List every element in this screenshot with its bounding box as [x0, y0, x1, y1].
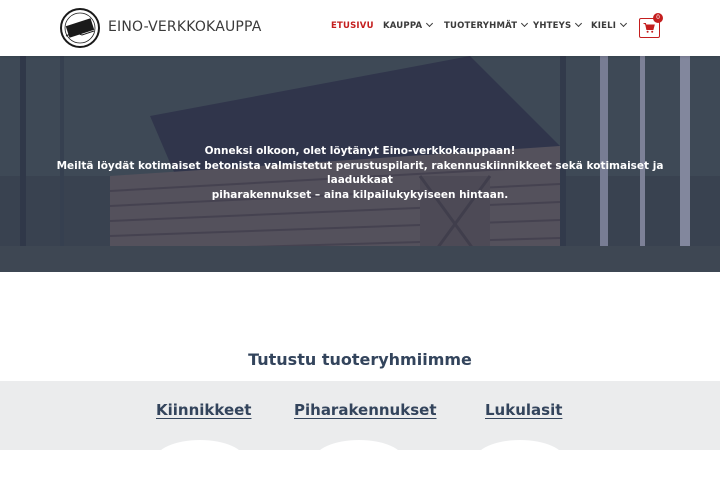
category-image-lukulasit[interactable]: [475, 440, 565, 480]
category-image-kiinnikkeet[interactable]: [155, 440, 245, 480]
site-header: EINO-VERKKOKAUPPA ETUSIVU KAUPPA TUOTERY…: [0, 0, 720, 56]
nav-item-etusivu[interactable]: ETUSIVU: [331, 21, 374, 31]
hero-heading: Onneksi olkoon, olet löytänyt Eino-verkk…: [204, 145, 516, 157]
cart-count-badge: 0: [653, 13, 663, 23]
hero-text: Onneksi olkoon, olet löytänyt Eino-verkk…: [40, 144, 680, 202]
chevron-down-icon: [521, 19, 529, 28]
chevron-down-icon: [620, 19, 628, 28]
nav-label: YHTEYS: [533, 21, 572, 31]
chevron-down-icon: [426, 19, 434, 28]
eino-logo[interactable]: [60, 8, 100, 48]
chevron-down-icon: [575, 19, 583, 28]
cart-button[interactable]: 0: [639, 13, 663, 38]
category-link-lukulasit[interactable]: Lukulasit: [485, 401, 562, 419]
shopping-cart-icon: [643, 23, 655, 33]
nav-label: KAUPPA: [383, 21, 423, 31]
category-image-piharakennukset[interactable]: [314, 440, 404, 480]
hero-description: Meiltä löydät kotimaiset betonista valmi…: [56, 159, 664, 187]
hero-banner: Onneksi olkoon, olet löytänyt Eino-verkk…: [0, 56, 720, 272]
nav-label: TUOTERYHMÄT: [444, 21, 518, 31]
nav-item-kieli[interactable]: KIELI: [591, 19, 628, 31]
category-link-kiinnikkeet[interactable]: Kiinnikkeet: [156, 401, 251, 419]
nav-item-kauppa[interactable]: KAUPPA: [383, 19, 434, 31]
nav-item-yhteys[interactable]: YHTEYS: [533, 19, 583, 31]
nav-label: KIELI: [591, 21, 617, 31]
hero-description-cont: piharakennukset – aina kilpailukykyiseen…: [211, 188, 509, 201]
nav-label: ETUSIVU: [331, 21, 374, 31]
site-title[interactable]: EINO-VERKKOKAUPPA: [108, 19, 262, 35]
category-link-piharakennukset[interactable]: Piharakennukset: [294, 401, 437, 419]
section-title: Tutustu tuoteryhmiimme: [248, 350, 472, 369]
nav-item-tuoteryhmat[interactable]: TUOTERYHMÄT: [444, 19, 529, 31]
